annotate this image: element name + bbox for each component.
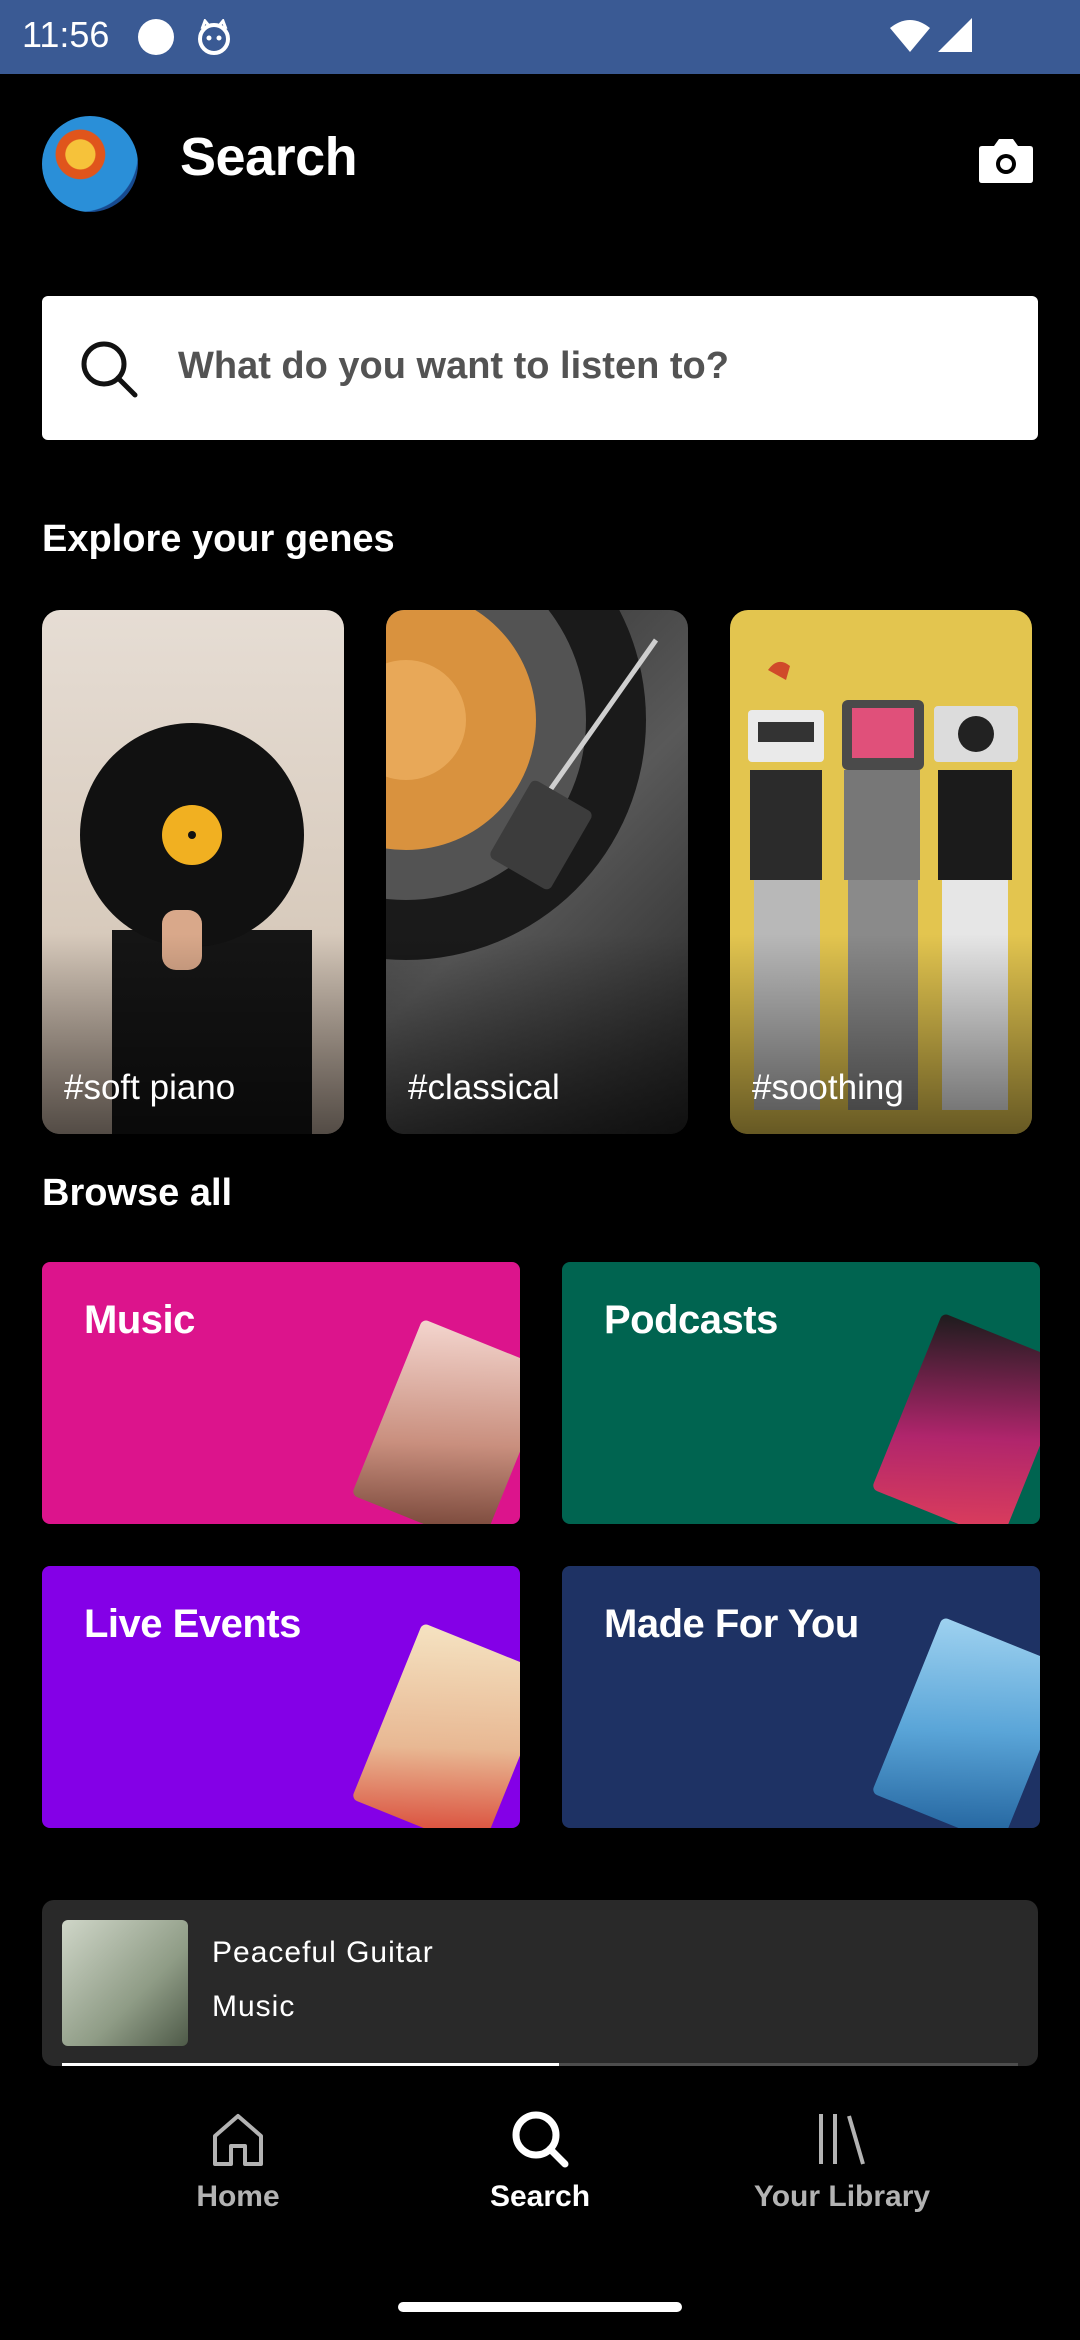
playback-progress-fill <box>62 2063 560 2066</box>
live-events-cover-image <box>351 1622 520 1828</box>
library-icon <box>819 2114 865 2165</box>
genre-card-classical[interactable]: #classical <box>386 610 688 1134</box>
genre-card-label: #classical <box>408 1068 560 1107</box>
browse-tile-music[interactable]: Music <box>42 1262 520 1524</box>
profile-avatar[interactable] <box>42 116 138 212</box>
genre-card-label: #soothing <box>752 1068 904 1107</box>
browse-tile-made-for-you[interactable]: Made For You <box>562 1566 1040 1828</box>
status-bar: 11:56 <box>0 0 1080 74</box>
status-time: 11:56 <box>22 14 110 55</box>
nav-library-label: Your Library <box>753 2180 931 2213</box>
browse-tile-podcasts[interactable]: Podcasts <box>562 1262 1040 1524</box>
browse-section-title: Browse all <box>42 1172 233 1214</box>
nav-your-library[interactable]: Your Library <box>722 2108 962 2238</box>
genre-card-soft-piano[interactable]: #soft piano <box>42 610 344 1134</box>
nav-home[interactable]: Home <box>118 2108 358 2238</box>
mini-player[interactable]: Peaceful Guitar Music <box>42 1900 1038 2066</box>
nav-home-label: Home <box>196 2180 280 2213</box>
search-box[interactable] <box>42 296 1038 440</box>
tile-label: Music <box>84 1298 195 1342</box>
cat-notification-icon <box>198 19 230 55</box>
tile-label: Podcasts <box>604 1298 778 1342</box>
search-icon <box>512 2111 569 2168</box>
tile-label: Made For You <box>604 1602 859 1646</box>
genre-card-label: #soft piano <box>64 1068 236 1107</box>
notification-dot-icon <box>138 19 174 55</box>
podcast-cover-image <box>871 1312 1040 1524</box>
now-playing-subtitle: Music <box>212 1990 296 2023</box>
home-indicator[interactable] <box>398 2302 682 2312</box>
playback-progress-track <box>62 2063 1018 2066</box>
nav-search-label: Search <box>489 2180 591 2213</box>
explore-section-title: Explore your genes <box>42 518 395 560</box>
camera-icon[interactable] <box>978 136 1034 184</box>
now-playing-artwork <box>62 1920 188 2046</box>
music-cover-image <box>351 1318 520 1524</box>
signal-icon <box>938 18 972 52</box>
search-icon <box>81 341 138 398</box>
home-icon <box>213 2114 263 2166</box>
search-input[interactable] <box>178 336 998 396</box>
genre-card-soothing[interactable]: #soothing <box>730 610 1032 1134</box>
tile-label: Live Events <box>84 1602 301 1646</box>
wifi-icon <box>890 20 930 52</box>
now-playing-title: Peaceful Guitar <box>212 1936 434 1969</box>
made-for-you-cover-image <box>871 1616 1040 1828</box>
browse-tile-live-events[interactable]: Live Events <box>42 1566 520 1828</box>
nav-search[interactable]: Search <box>420 2108 660 2238</box>
page-title: Search <box>180 127 358 187</box>
